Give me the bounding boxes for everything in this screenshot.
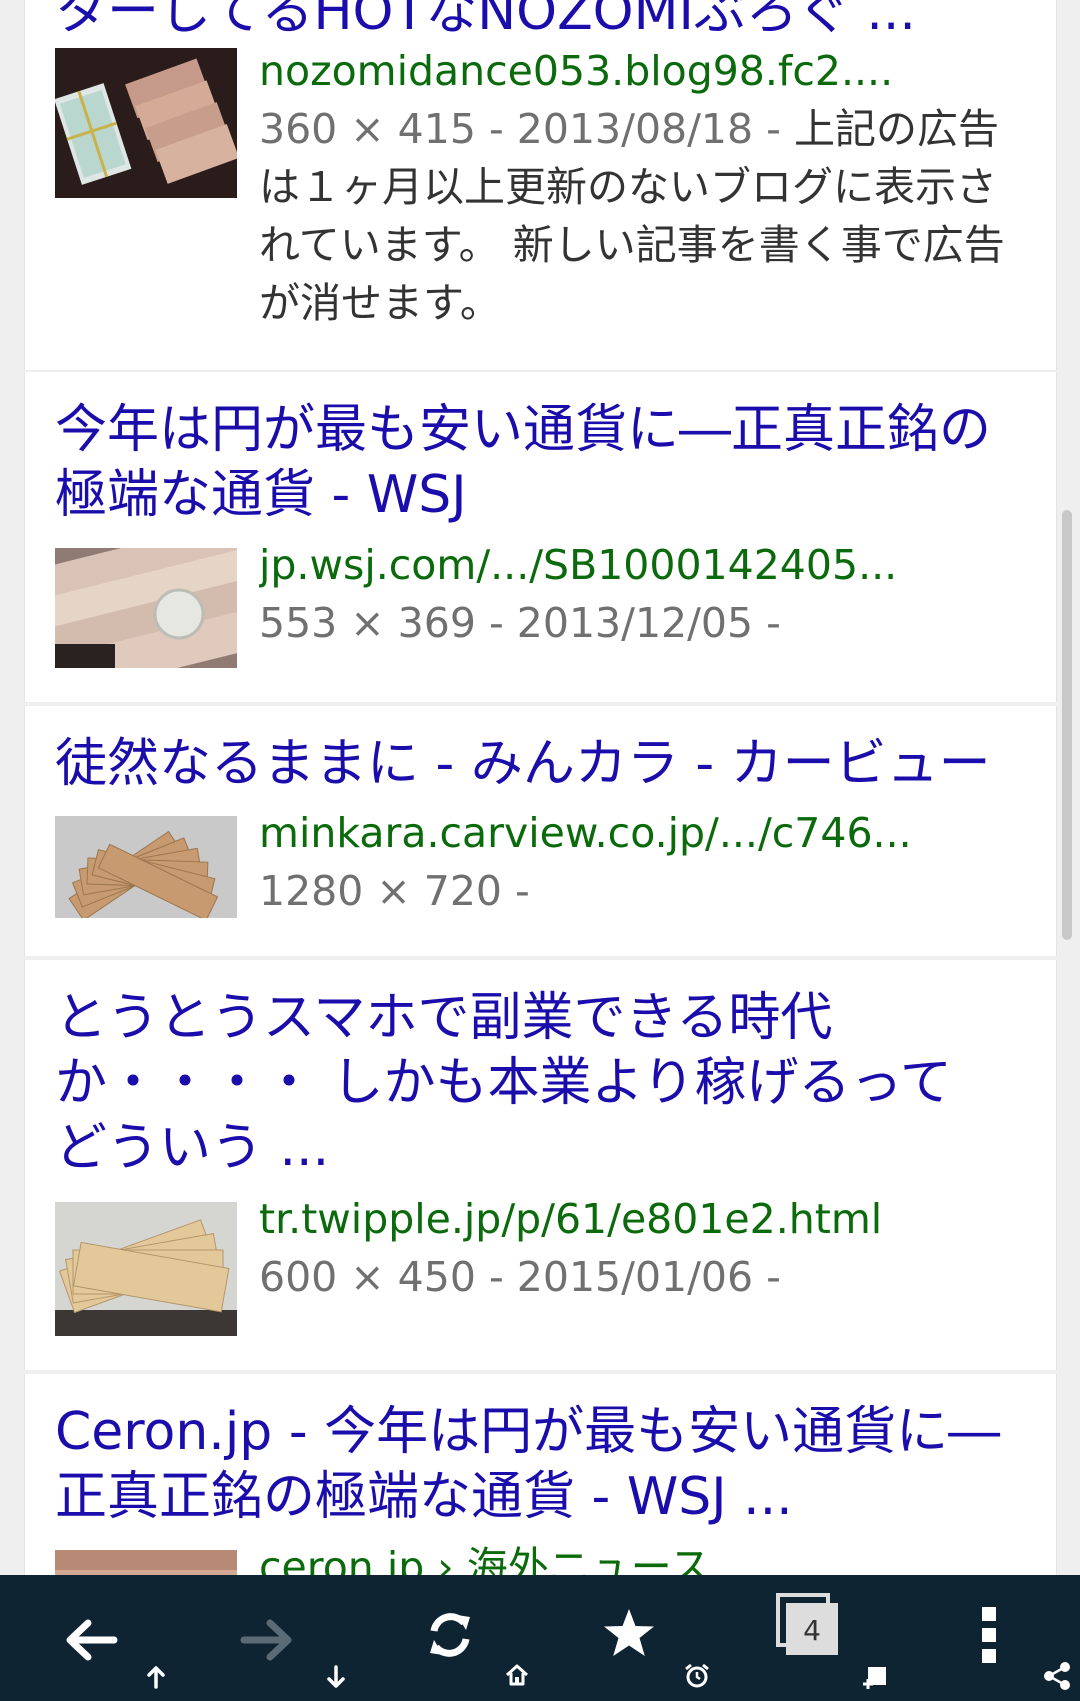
result-url[interactable]: minkara.carview.co.jp/.../c746... xyxy=(259,804,1028,862)
result-meta: jp.wsj.com/.../SB1000142405... 553 × 369… xyxy=(259,536,1028,652)
result-url[interactable]: nozomidance053.blog98.fc2.... xyxy=(259,42,1028,100)
result-dimensions-date: 553 × 369 - 2013/12/05 - xyxy=(259,599,781,647)
new-tab-icon[interactable] xyxy=(862,1665,888,1691)
result-dimensions-date: 600 × 450 - 2015/01/06 - xyxy=(259,1253,781,1301)
result-title-link[interactable]: 今年は円が最も安い通貨に―正真正銘の極端な通貨 - WSJ xyxy=(55,398,1036,528)
scroll-bottom-icon[interactable] xyxy=(326,1665,346,1689)
result-card: 徒然なるままに - みんカラ - カービュー minkara.carview.c… xyxy=(24,706,1057,956)
share-icon[interactable] xyxy=(1042,1661,1072,1691)
result-thumbnail[interactable] xyxy=(55,548,237,668)
result-meta: nozomidance053.blog98.fc2.... 360 × 415 … xyxy=(259,42,1028,332)
result-card: とうとうスマホで副業できる時代か・・・・ しかも本業より稼げるってどういう ..… xyxy=(24,960,1057,1370)
result-meta: ceron.jp › 海外ニュース xyxy=(259,1538,1028,1575)
tab-count: 4 xyxy=(803,1614,821,1647)
result-card: Ceron.jp - 今年は円が最も安い通貨に―正真正銘の極端な通貨 - WSJ… xyxy=(24,1374,1057,1575)
result-card: ターしてるHOTなNOZOMIぶろぐ ... nozomidance053.bl… xyxy=(24,0,1057,370)
browser-toolbar: 4 xyxy=(0,1575,1080,1701)
result-thumbnail[interactable] xyxy=(55,1202,237,1336)
tabs-icon[interactable]: 4 xyxy=(776,1593,842,1661)
result-title-link[interactable]: ターしてるHOTなNOZOMIぶろぐ ... xyxy=(55,0,1036,45)
back-icon[interactable] xyxy=(62,1617,118,1663)
page-scrollbar[interactable] xyxy=(1062,510,1072,940)
result-dimensions-date: 360 × 415 - 2013/08/18 - xyxy=(259,105,794,153)
bookmark-star-icon[interactable] xyxy=(602,1607,656,1661)
home-icon[interactable] xyxy=(505,1663,529,1687)
result-thumbnail[interactable] xyxy=(55,816,237,918)
menu-icon[interactable] xyxy=(978,1605,1002,1665)
scroll-top-icon[interactable] xyxy=(146,1665,166,1689)
result-title-link[interactable]: 徒然なるままに - みんカラ - カービュー xyxy=(55,732,1036,797)
result-url[interactable]: jp.wsj.com/.../SB1000142405... xyxy=(259,536,1028,594)
result-dimensions-date: 1280 × 720 - xyxy=(259,867,530,915)
alarm-icon[interactable] xyxy=(684,1663,710,1689)
result-meta: tr.twipple.jp/p/61/e801e2.html 600 × 450… xyxy=(259,1190,1028,1306)
result-meta: minkara.carview.co.jp/.../c746... 1280 ×… xyxy=(259,804,1028,920)
result-thumbnail[interactable] xyxy=(55,1550,237,1575)
search-results: ターしてるHOTなNOZOMIぶろぐ ... nozomidance053.bl… xyxy=(0,0,1080,1575)
result-thumbnail[interactable] xyxy=(55,48,237,198)
result-title-link[interactable]: とうとうスマホで副業できる時代か・・・・ しかも本業より稼げるってどういう ..… xyxy=(55,986,956,1181)
reload-icon[interactable] xyxy=(424,1609,476,1661)
result-url[interactable]: ceron.jp › 海外ニュース xyxy=(259,1538,1028,1575)
result-card: 今年は円が最も安い通貨に―正真正銘の極端な通貨 - WSJ jp.wsj.com… xyxy=(24,372,1057,702)
result-url[interactable]: tr.twipple.jp/p/61/e801e2.html xyxy=(259,1190,1028,1248)
result-title-link[interactable]: Ceron.jp - 今年は円が最も安い通貨に―正真正銘の極端な通貨 - WSJ… xyxy=(55,1400,1036,1530)
forward-icon[interactable] xyxy=(240,1617,296,1663)
